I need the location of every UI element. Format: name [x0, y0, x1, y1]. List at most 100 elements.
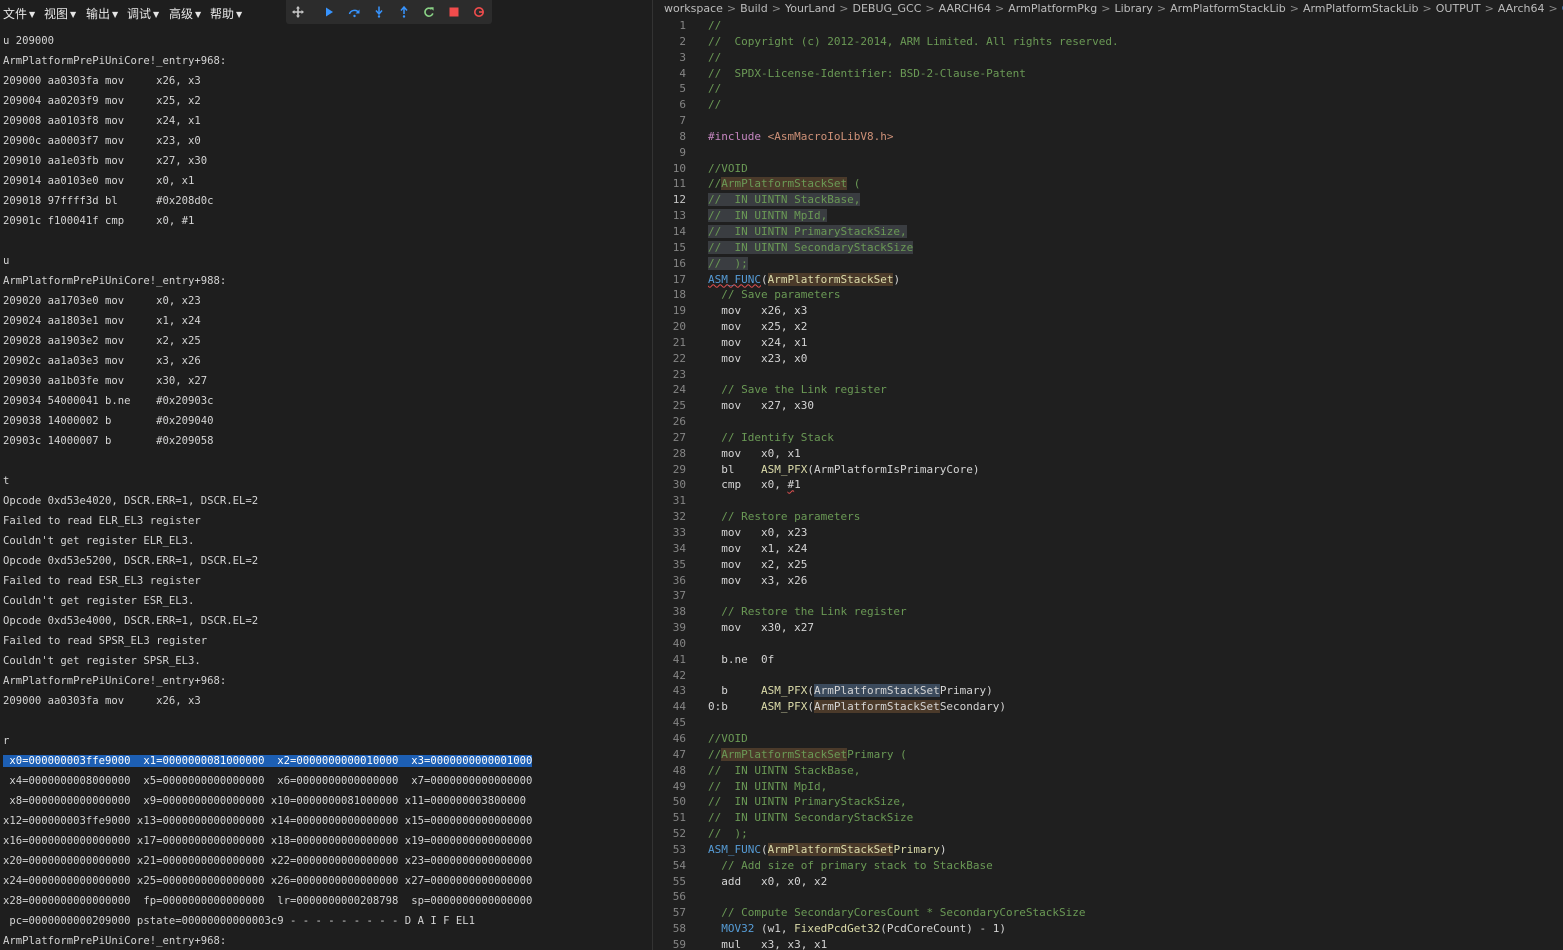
- console-line-text: t: [3, 475, 10, 487]
- menu-item-0[interactable]: 文件 ▼: [3, 5, 35, 22]
- code-token: (: [807, 700, 814, 714]
- code-line-content: mov x0, x1: [708, 446, 800, 462]
- menu-item-5[interactable]: 帮助 ▼: [210, 5, 242, 22]
- breadcrumb-item[interactable]: YourLand: [785, 2, 835, 15]
- chevron-right-icon: >: [1484, 2, 1494, 15]
- step-into-button[interactable]: [371, 4, 387, 20]
- code-line: 39 mov x30, x27: [653, 620, 1563, 636]
- code-token: #include: [708, 129, 768, 143]
- code-line-content: mov x27, x30: [708, 398, 814, 414]
- code-line-content: // IN UINTN SecondaryStackSize: [708, 810, 913, 826]
- console-line-text: x16=0000000000000000 x17=000000000000000…: [3, 835, 533, 847]
- console-line-text: 20901c f100041f cmp x0, #1: [3, 215, 195, 227]
- restart-button[interactable]: [421, 4, 437, 20]
- code-token: // Restore parameters: [708, 510, 861, 524]
- code-token: ASM_PFX: [760, 700, 808, 714]
- line-number: 32: [672, 510, 686, 524]
- menu-item-label: 输出: [86, 7, 111, 21]
- console-line-text: 209028 aa1903e2 mov x2, x25: [3, 335, 201, 347]
- console-line: 209034 54000041 b.ne #0x20903c: [3, 391, 648, 411]
- code-line-content: ASM_FUNC(ArmPlatformStackSet): [708, 272, 900, 288]
- code-line: 32 // Restore parameters: [653, 509, 1563, 525]
- menu-item-4[interactable]: 高级 ▼: [169, 5, 201, 22]
- code-token: // IN UINTN PrimaryStackSize,: [708, 224, 907, 238]
- console-line-text: ArmPlatformPrePiUniCore!_entry+968:: [3, 55, 227, 67]
- code-token: //VOID: [708, 161, 748, 175]
- line-number: 12: [672, 193, 686, 207]
- code-line: 14 // IN UINTN PrimaryStackSize,: [653, 224, 1563, 240]
- breadcrumb-item[interactable]: ArmPlatformPkg: [1008, 2, 1097, 15]
- code-line: 52 // );: [653, 826, 1563, 842]
- disconnect-button[interactable]: [471, 4, 487, 20]
- code-line: 42: [653, 668, 1563, 684]
- code-line-content: //VOID: [708, 731, 748, 747]
- console-line-text: ArmPlatformPrePiUniCore!_entry+968:: [3, 935, 227, 947]
- console-line-text: Opcode 0xd53e4000, DSCR.ERR=1, DSCR.EL=2: [3, 615, 259, 627]
- code-token: // IN UINTN MpId,: [708, 779, 828, 793]
- code-token: //: [708, 82, 722, 96]
- code-token: mul x3, x3, x1: [708, 937, 828, 950]
- code-token: // IN UINTN PrimaryStackSize,: [708, 795, 907, 809]
- console-line-text: r: [3, 735, 10, 747]
- code-line: 47 //ArmPlatformStackSetPrimary (: [653, 747, 1563, 763]
- line-number: 3: [679, 50, 686, 64]
- line-number: 13: [672, 209, 686, 223]
- console-line: u: [3, 251, 648, 271]
- breadcrumb-item[interactable]: workspace: [664, 2, 723, 15]
- breadcrumb-item[interactable]: DEBUG_GCC: [852, 2, 921, 15]
- continue-button[interactable]: [321, 4, 337, 20]
- console-line-text: Couldn't get register SPSR_EL3.: [3, 655, 201, 667]
- breadcrumb-item[interactable]: OUTPUT: [1436, 2, 1481, 15]
- console-line-text: 209024 aa1803e1 mov x1, x24: [3, 315, 201, 327]
- code-line: 10 //VOID: [653, 161, 1563, 177]
- console-line: Failed to read ESR_EL3 register: [3, 571, 648, 591]
- code-token: //VOID: [708, 731, 748, 745]
- code-line-content: //: [708, 50, 721, 66]
- line-number: 28: [672, 446, 686, 460]
- console-line-text: ArmPlatformPrePiUniCore!_entry+968:: [3, 675, 227, 687]
- menu-item-3[interactable]: 调试 ▼: [127, 5, 159, 22]
- step-out-button[interactable]: [396, 4, 412, 20]
- code-line-content: mov x2, x25: [708, 557, 807, 573]
- chevron-right-icon: >: [995, 2, 1005, 15]
- code-line-content: // Save parameters: [708, 287, 840, 303]
- code-line-content: b.ne 0f: [708, 652, 774, 668]
- line-number: 38: [672, 605, 686, 619]
- console-line-text: Failed to read SPSR_EL3 register: [3, 635, 208, 647]
- code-line-content: // IN UINTN PrimaryStackSize,: [708, 224, 907, 240]
- code-token: ): [893, 272, 901, 286]
- breadcrumb-item[interactable]: AArch64: [1498, 2, 1545, 15]
- console-line: 209028 aa1903e2 mov x2, x25: [3, 331, 648, 351]
- code-line-content: // Save the Link register: [708, 382, 887, 398]
- breadcrumb-item[interactable]: ArmPlatformStackLib: [1303, 2, 1419, 15]
- breadcrumb-item[interactable]: ArmPlatformStackLib: [1170, 2, 1286, 15]
- line-number: 15: [672, 240, 686, 254]
- code-token: ASM_FUNC: [708, 272, 761, 286]
- code-line: 4 // SPDX-License-Identifier: BSD-2-Claus…: [653, 66, 1563, 82]
- code-line: 13 // IN UINTN MpId,: [653, 208, 1563, 224]
- line-number: 30: [672, 478, 686, 492]
- stop-button[interactable]: [446, 4, 462, 20]
- breadcrumb-item[interactable]: AARCH64: [939, 2, 991, 15]
- code-token: Primary: [893, 842, 940, 856]
- menu-item-2[interactable]: 输出 ▼: [86, 5, 118, 22]
- breadcrumb-item[interactable]: Build: [740, 2, 768, 15]
- code-token: ArmPlatformStackSet: [813, 684, 940, 698]
- code-line: 38 // Restore the Link register: [653, 604, 1563, 620]
- code-editor[interactable]: 1 // 2 // Copyright (c) 2012-2014, ARM Limi…: [653, 18, 1563, 950]
- drag-handle-button[interactable]: [290, 4, 306, 20]
- line-number: 23: [672, 367, 686, 381]
- code-token: // IN UINTN SecondaryStackSize: [708, 811, 914, 825]
- code-line: 41 b.ne 0f: [653, 652, 1563, 668]
- chevron-right-icon: >: [1101, 2, 1111, 15]
- code-token: mov x30, x27: [708, 621, 814, 635]
- menu-item-1[interactable]: 视图 ▼: [44, 5, 76, 22]
- code-token: mov x1, x24: [708, 541, 808, 555]
- code-line: 9: [653, 145, 1563, 161]
- code-token: ArmPlatformStackSet: [721, 747, 848, 761]
- step-over-button[interactable]: [346, 4, 362, 20]
- line-number: 8: [679, 129, 686, 143]
- breadcrumb-item[interactable]: Library: [1114, 2, 1152, 15]
- line-number: 59: [672, 937, 686, 950]
- line-number: 55: [672, 874, 686, 888]
